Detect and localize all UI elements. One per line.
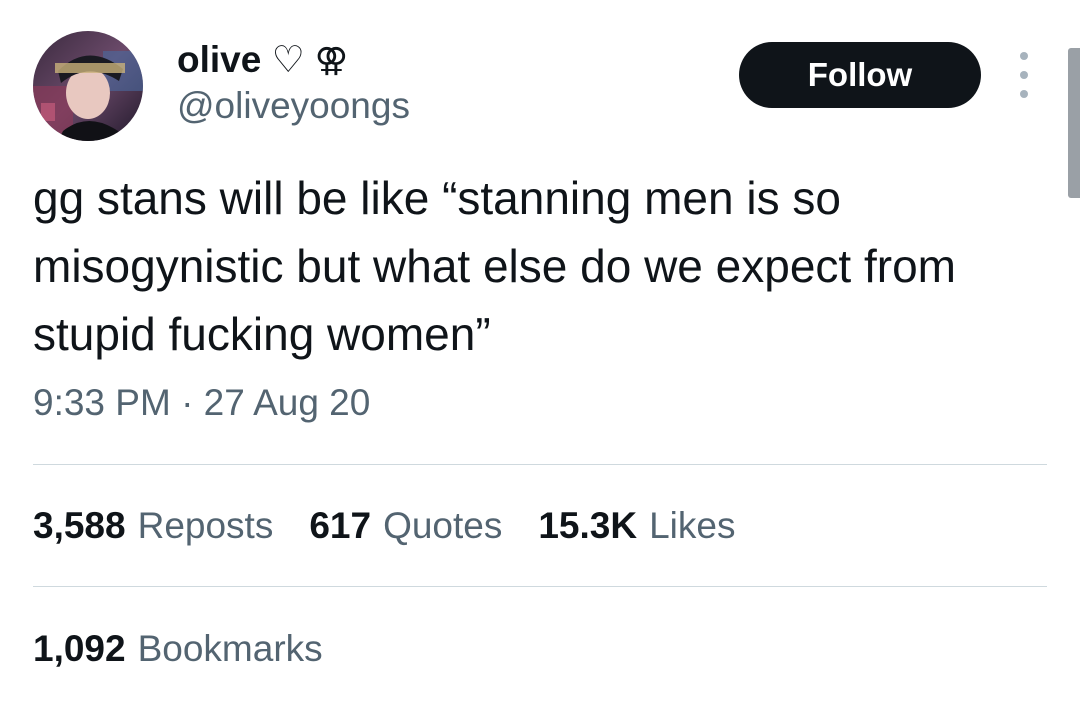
quotes-label: Quotes [383,505,503,546]
reposts-count: 3,588 [33,505,126,546]
bookmarks-count: 1,092 [33,628,126,669]
bookmarks-label: Bookmarks [137,628,323,669]
ellipsis-dot [1020,52,1028,60]
divider [33,464,1047,465]
likes-count: 15.3K [538,505,638,546]
scrollbar-thumb[interactable] [1068,48,1080,198]
avatar-image [33,31,143,141]
name-badge: ⚢ [314,40,348,78]
quotes-count: 617 [309,505,372,546]
ellipsis-dot [1020,71,1028,79]
vertical-ellipsis-icon[interactable] [1009,52,1039,98]
reposts-stat[interactable]: 3,588 Reposts [33,505,273,547]
follow-button[interactable]: Follow [739,42,981,108]
engagement-stats: 3,588 Reposts 617 Quotes 15.3K Likes [33,505,771,547]
user-handle[interactable]: @oliveyoongs [177,85,410,127]
ellipsis-dot [1020,90,1028,98]
likes-stat[interactable]: 15.3K Likes [538,505,735,547]
reposts-label: Reposts [137,505,274,546]
avatar[interactable] [33,31,143,141]
user-name-row[interactable]: olive ♡ ⚢ [177,37,348,81]
display-name[interactable]: olive ♡ [177,38,305,81]
quotes-stat[interactable]: 617 Quotes [309,505,502,547]
tweet-text: gg stans will be like “stanning men is s… [33,172,956,360]
likes-label: Likes [649,505,736,546]
bookmarks-stat[interactable]: 1,092 Bookmarks [33,628,359,670]
divider [33,586,1047,587]
tweet-timestamp[interactable]: 9:33 PM · 27 Aug 20 [33,382,370,424]
